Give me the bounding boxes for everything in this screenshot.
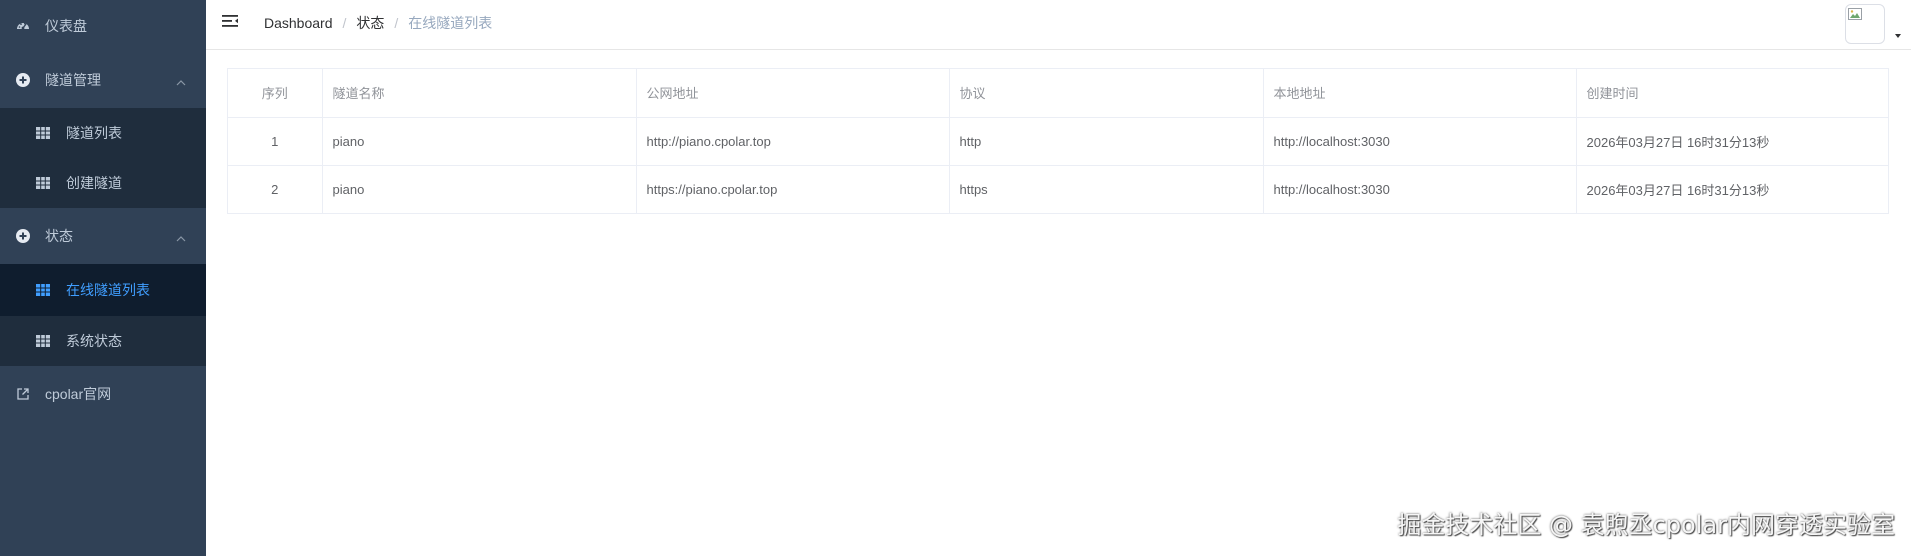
sidebar: 仪表盘 隧道管理 隧道列表 创建隧道 状态 在线隧道列表 系统状态 cpolar… [0, 0, 206, 556]
sidebar-item-label: cpolar官网 [45, 386, 112, 402]
sidebar-item-label: 状态 [45, 228, 73, 244]
column-header-tunnel-name: 隧道名称 [322, 69, 637, 118]
navbar: Dashboard / 状态 / 在线隧道列表 [206, 0, 1911, 50]
plus-circle-icon [16, 229, 30, 243]
online-tunnels-table: 序列 隧道名称 公网地址 协议 本地地址 创建时间 1 piano http:/… [227, 68, 1889, 214]
sidebar-item-system-status[interactable]: 系统状态 [0, 316, 206, 366]
table-header-row: 序列 隧道名称 公网地址 协议 本地地址 创建时间 [228, 69, 1888, 118]
cell-local-address: http://localhost:3030 [1263, 165, 1577, 213]
cell-created-time: 2026年03月27日 16时31分13秒 [1586, 182, 1770, 198]
sidebar-item-label: 隧道列表 [66, 125, 122, 141]
table-row: 2 piano https://piano.cpolar.top https h… [228, 165, 1888, 213]
cell-tunnel-name: piano [322, 165, 637, 213]
watermark: 掘金技术社区 @ 袁煦丞cpolar内网穿透实验室 [1397, 511, 1895, 539]
breadcrumb-separator: / [394, 15, 399, 31]
breadcrumb-current: 在线隧道列表 [408, 15, 493, 31]
menu-toggle-icon[interactable] [222, 14, 240, 32]
user-menu[interactable] [1845, 4, 1901, 44]
sidebar-item-cpolar-website[interactable]: cpolar官网 [0, 366, 206, 422]
sidebar-item-online-tunnels[interactable]: 在线隧道列表 [0, 264, 206, 316]
table-icon [36, 283, 50, 297]
sidebar-item-label: 在线隧道列表 [66, 282, 150, 298]
cell-created-time: 2026年03月27日 16时31分13秒 [1576, 117, 1888, 166]
caret-down-icon[interactable] [1895, 34, 1901, 38]
sidebar-item-label: 隧道管理 [45, 72, 101, 88]
external-link-icon [16, 387, 30, 401]
broken-image-icon [1848, 7, 1862, 20]
breadcrumb: Dashboard / 状态 / 在线隧道列表 [264, 0, 492, 46]
column-header-protocol: 协议 [949, 69, 1264, 118]
sidebar-item-label: 仪表盘 [45, 18, 87, 34]
sidebar-item-status[interactable]: 状态 [0, 208, 206, 264]
column-header-local-address: 本地地址 [1263, 69, 1577, 118]
breadcrumb-status[interactable]: 状态 [356, 13, 384, 33]
column-header-public-url: 公网地址 [636, 69, 950, 118]
sidebar-item-tunnel-list[interactable]: 隧道列表 [0, 108, 206, 158]
table-row: 1 piano http://piano.cpolar.top http htt… [228, 117, 1888, 166]
column-header-index: 序列 [228, 69, 323, 118]
cell-public-url[interactable]: https://piano.cpolar.top [636, 165, 950, 213]
cell-protocol: https [949, 165, 1264, 213]
breadcrumb-dashboard[interactable]: Dashboard [264, 15, 333, 31]
cell-index: 1 [228, 117, 323, 166]
cell-public-url[interactable]: http://piano.cpolar.top [636, 117, 950, 166]
cell-index: 2 [228, 165, 323, 213]
plus-circle-icon [16, 73, 30, 87]
table-icon [36, 176, 50, 190]
chevron-up-icon [176, 75, 186, 86]
dashboard-icon [16, 19, 30, 33]
cell-local-address: http://localhost:3030 [1263, 117, 1577, 166]
sidebar-item-tunnel-management[interactable]: 隧道管理 [0, 52, 206, 108]
column-header-created-time: 创建时间 [1576, 69, 1888, 118]
table-icon [36, 334, 50, 348]
chevron-up-icon [176, 231, 186, 242]
cell-tunnel-name: piano [322, 117, 637, 166]
table-icon [36, 126, 50, 140]
cell-protocol: http [949, 117, 1264, 166]
sidebar-item-dashboard[interactable]: 仪表盘 [0, 0, 206, 52]
breadcrumb-separator: / [342, 15, 347, 31]
sidebar-item-label: 创建隧道 [66, 175, 122, 191]
sidebar-item-label: 系统状态 [66, 333, 122, 349]
sidebar-item-create-tunnel[interactable]: 创建隧道 [0, 158, 206, 208]
avatar[interactable] [1845, 4, 1885, 44]
